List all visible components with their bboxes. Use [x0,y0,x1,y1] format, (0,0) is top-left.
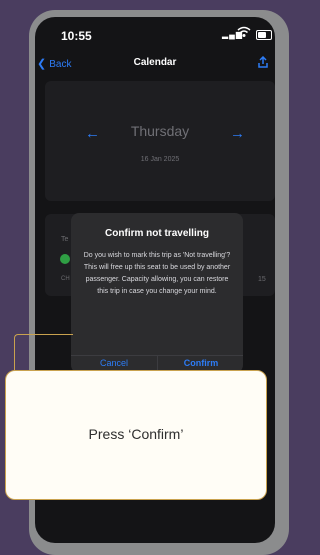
nav-bar: ❮ Back Calendar [35,51,275,77]
next-day-arrow-icon[interactable]: → [230,125,245,142]
cancel-button[interactable]: Cancel [71,358,157,368]
instruction-callout: Press ‘Confirm’ [5,370,267,500]
status-bar: 10:55 ▂▄▆ [35,17,275,51]
status-time: 10:55 [61,29,92,43]
confirm-dialog: Confirm not travelling Do you wish to ma… [71,213,243,373]
battery-icon [256,30,272,40]
trip-number: 15 [258,276,266,283]
share-icon[interactable] [257,56,269,68]
trip-code: CH [61,276,70,282]
confirm-button[interactable]: Confirm [158,358,243,368]
status-dot-icon [60,254,70,264]
dialog-message: Do you wish to mark this trip as 'Not tr… [83,252,231,295]
callout-text: Press ‘Confirm’ [88,426,184,442]
page-title: Calendar [133,57,177,68]
dialog-title: Confirm not travelling [105,228,209,239]
wifi-icon [237,26,251,37]
date-card: ← Thursday 16 Jan 2025 → [45,81,275,201]
callout-pointer-line [14,334,73,373]
date-label: 16 Jan 2025 [140,156,180,163]
trip-label: Te [61,236,69,243]
